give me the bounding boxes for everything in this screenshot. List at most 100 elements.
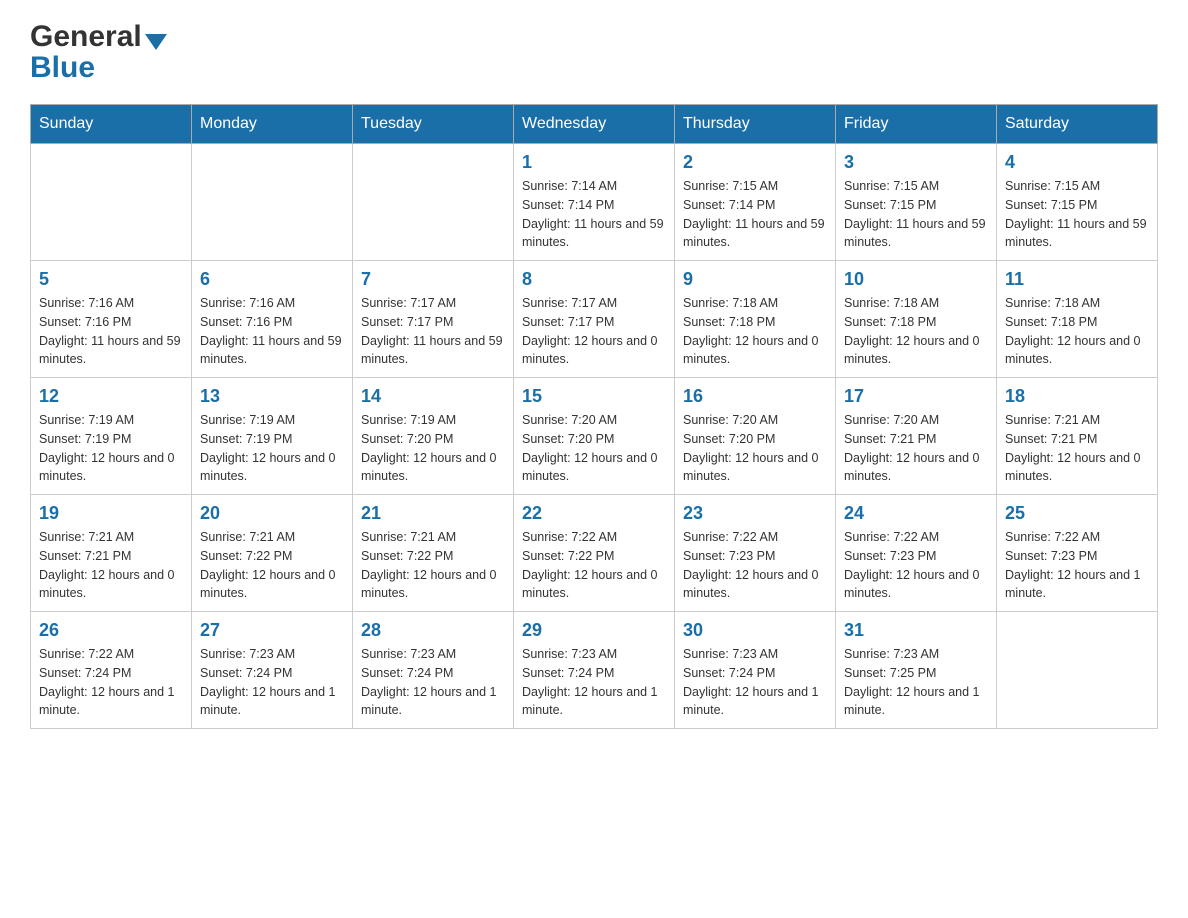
day-number: 12 [39,386,183,407]
calendar-cell: 4Sunrise: 7:15 AMSunset: 7:15 PMDaylight… [997,144,1158,261]
calendar-cell: 25 Sunrise: 7:22 AMSunset: 7:23 PMDayligh… [997,495,1158,612]
day-info: Sunrise: 7:16 AMSunset: 7:16 PMDaylight:… [200,294,344,369]
calendar-cell: 2 Sunrise: 7:15 AMSunset: 7:14 PMDaylight… [675,144,836,261]
day-info: Sunrise: 7:20 AMSunset: 7:21 PMDaylight:… [844,411,988,486]
day-info: Sunrise: 7:18 AMSunset: 7:18 PMDaylight:… [683,294,827,369]
calendar-cell [31,144,192,261]
day-number: 20 [200,503,344,524]
weekday-header-friday: Friday [836,105,997,144]
day-number: 10 [844,269,988,290]
day-number: 18 [1005,386,1149,407]
day-info: Sunrise: 7:16 AMSunset: 7:16 PMDaylight:… [39,294,183,369]
day-info: Sunrise: 7:21 AMSunset: 7:22 PMDaylight:… [361,528,505,603]
calendar-cell: 12 Sunrise: 7:19 AMSunset: 7:19 PMDayligh… [31,378,192,495]
day-info: Sunrise: 7:15 AMSunset: 7:15 PMDaylight:… [844,177,988,252]
page-header: General Blue [30,20,1158,84]
logo-triangle-icon [145,34,167,50]
day-number: 1 [522,152,666,173]
calendar-cell: 16Sunrise: 7:20 AMSunset: 7:20 PMDayligh… [675,378,836,495]
day-number: 22 [522,503,666,524]
calendar-cell [997,612,1158,729]
day-number: 4 [1005,152,1149,173]
calendar-cell: 14 Sunrise: 7:19 AMSunset: 7:20 PMDayligh… [353,378,514,495]
day-number: 26 [39,620,183,641]
day-number: 29 [522,620,666,641]
day-info: Sunrise: 7:22 AMSunset: 7:23 PMDaylight:… [1005,528,1149,603]
day-number: 2 [683,152,827,173]
day-number: 27 [200,620,344,641]
day-number: 23 [683,503,827,524]
day-info: Sunrise: 7:17 AMSunset: 7:17 PMDaylight:… [522,294,666,369]
day-info: Sunrise: 7:18 AMSunset: 7:18 PMDaylight:… [1005,294,1149,369]
calendar-cell: 13Sunrise: 7:19 AMSunset: 7:19 PMDayligh… [192,378,353,495]
day-number: 6 [200,269,344,290]
weekday-header-thursday: Thursday [675,105,836,144]
day-info: Sunrise: 7:19 AMSunset: 7:20 PMDaylight:… [361,411,505,486]
day-info: Sunrise: 7:21 AMSunset: 7:21 PMDaylight:… [39,528,183,603]
calendar-cell: 27 Sunrise: 7:23 AMSunset: 7:24 PMDayligh… [192,612,353,729]
day-info: Sunrise: 7:23 AMSunset: 7:24 PMDaylight:… [522,645,666,720]
calendar-cell [353,144,514,261]
day-number: 14 [361,386,505,407]
calendar-cell [192,144,353,261]
weekday-header-wednesday: Wednesday [514,105,675,144]
calendar-cell: 18Sunrise: 7:21 AMSunset: 7:21 PMDayligh… [997,378,1158,495]
logo-blue: Blue [30,51,95,84]
calendar-cell: 26 Sunrise: 7:22 AMSunset: 7:24 PMDayligh… [31,612,192,729]
day-number: 11 [1005,269,1149,290]
day-info: Sunrise: 7:17 AMSunset: 7:17 PMDaylight:… [361,294,505,369]
day-number: 8 [522,269,666,290]
day-info: Sunrise: 7:22 AMSunset: 7:23 PMDaylight:… [844,528,988,603]
calendar-cell: 20 Sunrise: 7:21 AMSunset: 7:22 PMDayligh… [192,495,353,612]
day-info: Sunrise: 7:19 AMSunset: 7:19 PMDaylight:… [39,411,183,486]
logo: General Blue [30,20,167,84]
day-info: Sunrise: 7:14 AMSunset: 7:14 PMDaylight:… [522,177,666,252]
calendar-cell: 10 Sunrise: 7:18 AMSunset: 7:18 PMDayligh… [836,261,997,378]
weekday-header-tuesday: Tuesday [353,105,514,144]
day-number: 5 [39,269,183,290]
calendar-cell: 5 Sunrise: 7:16 AMSunset: 7:16 PMDaylight… [31,261,192,378]
calendar-table: SundayMondayTuesdayWednesdayThursdayFrid… [30,104,1158,729]
day-number: 19 [39,503,183,524]
calendar-cell: 11 Sunrise: 7:18 AMSunset: 7:18 PMDayligh… [997,261,1158,378]
day-info: Sunrise: 7:15 AMSunset: 7:14 PMDaylight:… [683,177,827,252]
logo-general: General [30,20,142,53]
day-info: Sunrise: 7:21 AMSunset: 7:22 PMDaylight:… [200,528,344,603]
day-info: Sunrise: 7:22 AMSunset: 7:23 PMDaylight:… [683,528,827,603]
week-row-3: 12 Sunrise: 7:19 AMSunset: 7:19 PMDayligh… [31,378,1158,495]
day-info: Sunrise: 7:18 AMSunset: 7:18 PMDaylight:… [844,294,988,369]
calendar-cell: 15Sunrise: 7:20 AMSunset: 7:20 PMDayligh… [514,378,675,495]
day-number: 28 [361,620,505,641]
calendar-cell: 22 Sunrise: 7:22 AMSunset: 7:22 PMDayligh… [514,495,675,612]
day-info: Sunrise: 7:23 AMSunset: 7:24 PMDaylight:… [683,645,827,720]
day-info: Sunrise: 7:22 AMSunset: 7:22 PMDaylight:… [522,528,666,603]
day-info: Sunrise: 7:19 AMSunset: 7:19 PMDaylight:… [200,411,344,486]
day-number: 30 [683,620,827,641]
day-number: 21 [361,503,505,524]
calendar-cell: 30 Sunrise: 7:23 AMSunset: 7:24 PMDayligh… [675,612,836,729]
day-info: Sunrise: 7:23 AMSunset: 7:24 PMDaylight:… [361,645,505,720]
weekday-header-saturday: Saturday [997,105,1158,144]
day-info: Sunrise: 7:22 AMSunset: 7:24 PMDaylight:… [39,645,183,720]
weekday-header-row: SundayMondayTuesdayWednesdayThursdayFrid… [31,105,1158,144]
calendar-cell: 9Sunrise: 7:18 AMSunset: 7:18 PMDaylight… [675,261,836,378]
calendar-cell: 8 Sunrise: 7:17 AMSunset: 7:17 PMDaylight… [514,261,675,378]
calendar-cell: 6 Sunrise: 7:16 AMSunset: 7:16 PMDaylight… [192,261,353,378]
calendar-cell: 21 Sunrise: 7:21 AMSunset: 7:22 PMDayligh… [353,495,514,612]
calendar-cell: 1 Sunrise: 7:14 AMSunset: 7:14 PMDaylight… [514,144,675,261]
calendar-cell: 28 Sunrise: 7:23 AMSunset: 7:24 PMDayligh… [353,612,514,729]
day-number: 31 [844,620,988,641]
calendar-cell: 31Sunrise: 7:23 AMSunset: 7:25 PMDayligh… [836,612,997,729]
week-row-1: 1 Sunrise: 7:14 AMSunset: 7:14 PMDaylight… [31,144,1158,261]
calendar-cell: 24 Sunrise: 7:22 AMSunset: 7:23 PMDayligh… [836,495,997,612]
calendar-cell: 3Sunrise: 7:15 AMSunset: 7:15 PMDaylight… [836,144,997,261]
week-row-4: 19 Sunrise: 7:21 AMSunset: 7:21 PMDayligh… [31,495,1158,612]
calendar-cell: 7Sunrise: 7:17 AMSunset: 7:17 PMDaylight… [353,261,514,378]
weekday-header-monday: Monday [192,105,353,144]
week-row-2: 5 Sunrise: 7:16 AMSunset: 7:16 PMDaylight… [31,261,1158,378]
day-number: 25 [1005,503,1149,524]
day-number: 17 [844,386,988,407]
day-info: Sunrise: 7:23 AMSunset: 7:24 PMDaylight:… [200,645,344,720]
weekday-header-sunday: Sunday [31,105,192,144]
day-number: 24 [844,503,988,524]
